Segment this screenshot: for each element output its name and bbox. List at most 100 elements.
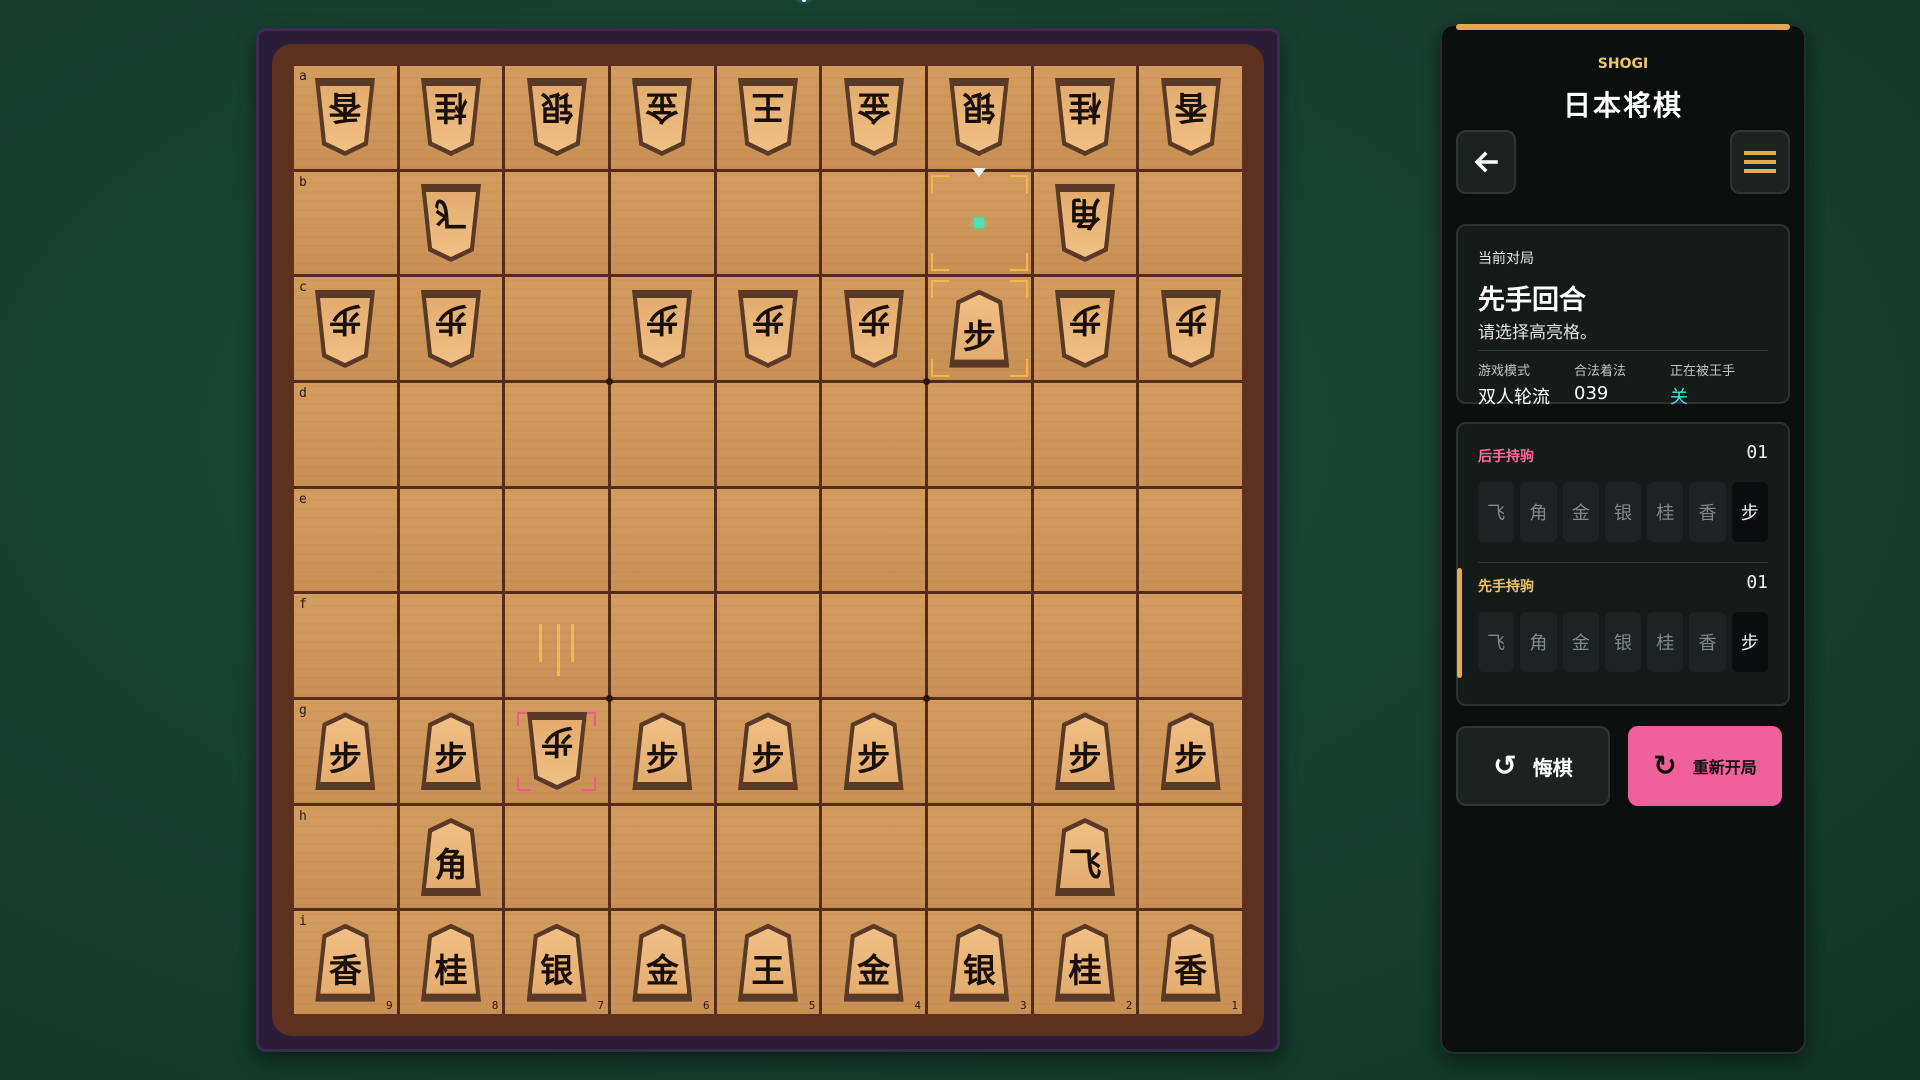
legal-move-marker[interactable] xyxy=(974,217,985,228)
restart-button[interactable]: ↻ 重新开局 xyxy=(1628,726,1782,806)
board-square-e7[interactable] xyxy=(505,488,608,592)
board-square-i8[interactable]: 8桂 xyxy=(399,911,503,1014)
board-square-b9[interactable]: b xyxy=(294,171,397,275)
board-square-i5[interactable]: 5王 xyxy=(716,911,820,1014)
gote-piece[interactable]: 步 xyxy=(1161,290,1221,368)
sente-hand-slot[interactable]: 金 xyxy=(1562,612,1599,672)
board-square-a7[interactable]: 银 xyxy=(505,66,608,169)
sente-piece[interactable]: 角 xyxy=(420,817,481,896)
board-square-c1[interactable]: 步 xyxy=(1139,277,1242,380)
gote-hand-slot[interactable]: 飞 xyxy=(1478,482,1515,542)
gote-piece[interactable]: 步 xyxy=(1055,290,1115,368)
sente-hand-slot[interactable]: 香 xyxy=(1689,612,1726,672)
board-square-c3[interactable]: 步 xyxy=(927,277,1031,380)
board-square-h5[interactable] xyxy=(716,805,820,909)
board-square-a6[interactable]: 金 xyxy=(610,66,714,169)
board-square-i6[interactable]: 6金 xyxy=(610,911,714,1014)
gote-piece[interactable]: 桂 xyxy=(1055,78,1115,156)
board-square-c5[interactable]: 步 xyxy=(716,277,820,380)
gote-hand-slot[interactable]: 银 xyxy=(1604,482,1642,542)
gote-piece[interactable]: 角 xyxy=(1055,184,1115,262)
undo-button[interactable]: ↺ 悔棋 xyxy=(1456,726,1610,806)
gote-piece[interactable]: 金 xyxy=(844,78,904,156)
board-square-d8[interactable] xyxy=(399,382,503,486)
gote-hand-slot[interactable]: 金 xyxy=(1562,482,1599,542)
gote-piece[interactable]: 王 xyxy=(738,78,798,156)
board-square-f7[interactable] xyxy=(505,594,608,697)
board-square-b8[interactable]: 飞 xyxy=(399,171,503,275)
gote-piece[interactable]: 步 xyxy=(632,290,692,368)
board-square-g6[interactable]: 步 xyxy=(610,699,714,803)
menu-button[interactable] xyxy=(1730,130,1790,194)
board-square-i7[interactable]: 7银 xyxy=(505,911,608,1014)
sente-piece[interactable]: 步 xyxy=(1054,712,1115,791)
board-square-d5[interactable] xyxy=(716,382,820,486)
board-square-h4[interactable] xyxy=(822,805,925,909)
sente-piece[interactable]: 香 xyxy=(1160,923,1221,1002)
board-square-g1[interactable]: 步 xyxy=(1139,699,1242,803)
gote-piece[interactable]: 步 xyxy=(738,290,798,368)
board-square-f6[interactable] xyxy=(610,594,714,697)
sente-piece[interactable]: 步 xyxy=(1160,712,1221,791)
board-square-i3[interactable]: 3银 xyxy=(927,911,1031,1014)
board-square-h6[interactable] xyxy=(610,805,714,909)
board-square-f4[interactable] xyxy=(822,594,925,697)
board-square-i2[interactable]: 2桂 xyxy=(1033,911,1137,1014)
board-square-b6[interactable] xyxy=(610,171,714,275)
board-square-c2[interactable]: 步 xyxy=(1033,277,1137,380)
sente-piece[interactable]: 香 xyxy=(315,923,376,1002)
gote-piece[interactable]: 香 xyxy=(315,78,375,156)
board-square-a5[interactable]: 王 xyxy=(716,66,820,169)
board-square-d6[interactable] xyxy=(610,382,714,486)
board-square-g7[interactable]: 步 xyxy=(505,699,608,803)
gote-piece[interactable]: 香 xyxy=(1161,78,1221,156)
gote-piece[interactable]: 步 xyxy=(421,290,481,368)
board-square-b1[interactable] xyxy=(1139,171,1242,275)
board-square-g2[interactable]: 步 xyxy=(1033,699,1137,803)
gote-piece[interactable]: 步 xyxy=(527,712,587,790)
board-square-f5[interactable] xyxy=(716,594,820,697)
board-square-e6[interactable] xyxy=(610,488,714,592)
board-square-c9[interactable]: c步 xyxy=(294,277,397,380)
gote-piece[interactable]: 金 xyxy=(632,78,692,156)
board-square-g5[interactable]: 步 xyxy=(716,699,820,803)
sente-hand-slot[interactable]: 飞 xyxy=(1478,612,1515,672)
board-square-a1[interactable]: 香 xyxy=(1139,66,1242,169)
board-square-c4[interactable]: 步 xyxy=(822,277,925,380)
gote-hand-slot[interactable]: 角 xyxy=(1520,482,1557,542)
board-square-g4[interactable]: 步 xyxy=(822,699,925,803)
gote-piece[interactable]: 步 xyxy=(844,290,904,368)
board-square-e3[interactable] xyxy=(927,488,1031,592)
board-square-b4[interactable] xyxy=(822,171,925,275)
board-square-e4[interactable] xyxy=(822,488,925,592)
board-square-b7[interactable] xyxy=(505,171,608,275)
board-square-h1[interactable] xyxy=(1139,805,1242,909)
board-square-b2[interactable]: 角 xyxy=(1033,171,1137,275)
sente-piece[interactable]: 步 xyxy=(315,712,376,791)
board-square-d1[interactable] xyxy=(1139,382,1242,486)
gote-hand-slot[interactable]: 步 xyxy=(1731,482,1768,542)
board-square-h7[interactable] xyxy=(505,805,608,909)
board-square-c6[interactable]: 步 xyxy=(610,277,714,380)
board-square-g3[interactable] xyxy=(927,699,1031,803)
sente-piece[interactable]: 金 xyxy=(843,923,904,1002)
board-square-h9[interactable]: h xyxy=(294,805,397,909)
board-square-d4[interactable] xyxy=(822,382,925,486)
sente-hand-slot[interactable]: 桂 xyxy=(1647,612,1684,672)
sente-piece[interactable]: 步 xyxy=(420,712,481,791)
board-square-a2[interactable]: 桂 xyxy=(1033,66,1137,169)
sente-hand-slot[interactable]: 银 xyxy=(1604,612,1642,672)
shogi-board[interactable]: a香桂银金王金银桂香b飞角c步步步步步步步步defg步步步步步步步步h角飞i9香… xyxy=(294,66,1242,1014)
sente-piece[interactable]: 金 xyxy=(632,923,693,1002)
board-square-f3[interactable] xyxy=(927,594,1031,697)
board-square-e9[interactable]: e xyxy=(294,488,397,592)
gote-piece[interactable]: 银 xyxy=(527,78,587,156)
sente-piece[interactable]: 桂 xyxy=(420,923,481,1002)
board-square-d2[interactable] xyxy=(1033,382,1137,486)
board-square-h3[interactable] xyxy=(927,805,1031,909)
gote-piece[interactable]: 步 xyxy=(315,290,375,368)
gote-piece[interactable]: 飞 xyxy=(421,184,481,262)
gote-hand-slot[interactable]: 桂 xyxy=(1647,482,1684,542)
board-square-g8[interactable]: 步 xyxy=(399,699,503,803)
sente-hand-slot[interactable]: 角 xyxy=(1520,612,1557,672)
